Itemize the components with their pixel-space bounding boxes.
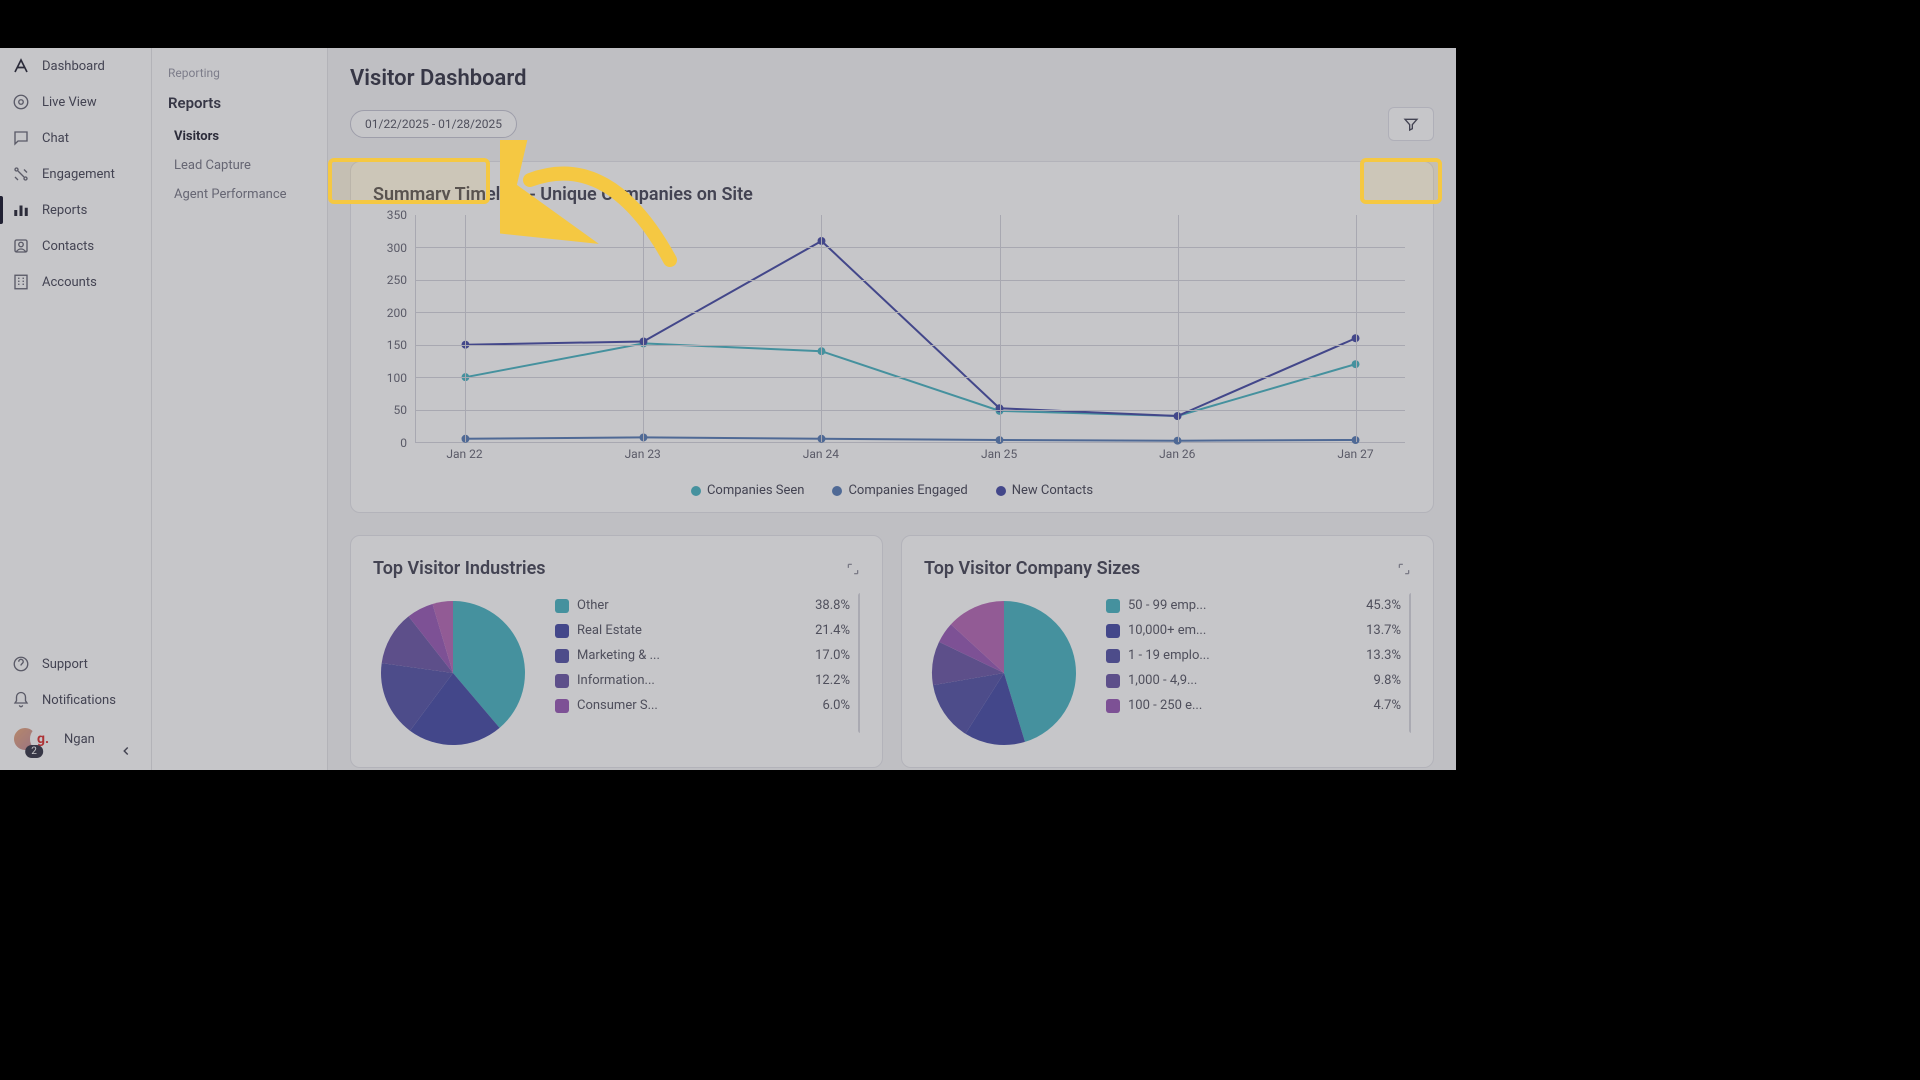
chat-icon xyxy=(12,129,30,147)
bars-icon xyxy=(12,201,30,219)
timeline-chart: 050100150200250300350 Jan 22Jan 23Jan 24… xyxy=(373,215,1411,475)
building-icon xyxy=(12,273,30,291)
sec-item-agentperf[interactable]: Agent Performance xyxy=(152,180,327,209)
engagement-icon xyxy=(12,165,30,183)
chart-legend: Companies Seen Companies Engaged New Con… xyxy=(373,483,1411,498)
nav-label: Dashboard xyxy=(42,59,105,74)
help-icon xyxy=(12,655,30,673)
secondary-heading: Reporting xyxy=(152,64,327,94)
nav-liveview[interactable]: Live View xyxy=(0,84,151,120)
legend-row[interactable]: 50 - 99 emp...45.3% xyxy=(1106,593,1411,618)
legend-row[interactable]: Marketing & ...17.0% xyxy=(555,643,860,668)
sec-item-visitors[interactable]: Visitors xyxy=(152,122,327,151)
legend-row[interactable]: Consumer S...6.0% xyxy=(555,693,860,718)
nav-reports[interactable]: Reports xyxy=(0,192,151,228)
nav-chat[interactable]: Chat xyxy=(0,120,151,156)
company-sizes-card: Top Visitor Company Sizes 50 - 99 emp...… xyxy=(901,535,1434,768)
legend-row[interactable]: 1 - 19 emplo...13.3% xyxy=(1106,643,1411,668)
chevron-left-icon[interactable] xyxy=(119,744,133,758)
expand-icon[interactable] xyxy=(846,562,860,576)
nav-label: Engagement xyxy=(42,167,115,182)
nav-label: Chat xyxy=(42,131,69,146)
legend-item[interactable]: New Contacts xyxy=(996,483,1093,498)
industries-card: Top Visitor Industries Other38.8%Real Es… xyxy=(350,535,883,768)
expand-icon[interactable] xyxy=(1397,562,1411,576)
nav-label: Live View xyxy=(42,95,97,110)
legend-item[interactable]: Companies Seen xyxy=(691,483,805,498)
card-title: Top Visitor Company Sizes xyxy=(924,558,1140,579)
bell-icon xyxy=(12,691,30,709)
nav-contacts[interactable]: Contacts xyxy=(0,228,151,264)
date-range-selector[interactable]: 01/22/2025 - 01/28/2025 xyxy=(350,110,517,138)
legend-row[interactable]: Information...12.2% xyxy=(555,668,860,693)
sec-item-leadcapture[interactable]: Lead Capture xyxy=(152,151,327,180)
badge-count: 2 xyxy=(25,745,43,758)
legend-row[interactable]: Other38.8% xyxy=(555,593,860,618)
nav-label: Accounts xyxy=(42,275,97,290)
nav-notifications[interactable]: Notifications xyxy=(0,682,151,718)
sidebar-secondary: Reporting Reports Visitors Lead Capture … xyxy=(152,48,328,770)
main-content: Visitor Dashboard 01/22/2025 - 01/28/202… xyxy=(328,48,1456,770)
eye-icon xyxy=(12,93,30,111)
nav-label: Support xyxy=(42,657,88,672)
filter-icon xyxy=(1403,116,1419,132)
legend-row[interactable]: 1,000 - 4,9...9.8% xyxy=(1106,668,1411,693)
logo-icon xyxy=(12,57,30,75)
nav-accounts[interactable]: Accounts xyxy=(0,264,151,300)
nav-engagement[interactable]: Engagement xyxy=(0,156,151,192)
industries-pie-chart xyxy=(373,593,533,753)
contact-icon xyxy=(12,237,30,255)
secondary-title: Reports xyxy=(152,94,327,122)
filter-button[interactable] xyxy=(1388,107,1434,141)
company-sizes-pie-chart xyxy=(924,593,1084,753)
page-title: Visitor Dashboard xyxy=(350,66,1434,91)
nav-label: Notifications xyxy=(42,693,116,708)
sidebar-primary: Dashboard Live View Chat Engagement Repo… xyxy=(0,48,152,770)
user-name: Ngan xyxy=(64,732,95,747)
legend-row[interactable]: 10,000+ em...13.7% xyxy=(1106,618,1411,643)
nav-support[interactable]: Support xyxy=(0,646,151,682)
legend-row[interactable]: 100 - 250 e...4.7% xyxy=(1106,693,1411,718)
company-sizes-legend: 50 - 99 emp...45.3%10,000+ em...13.7%1 -… xyxy=(1106,593,1411,733)
nav-label: Reports xyxy=(42,203,87,218)
nav-dashboard[interactable]: Dashboard xyxy=(0,48,151,84)
summary-timeline-card: Summary Timeline - Unique Companies on S… xyxy=(350,161,1434,513)
card-title: Top Visitor Industries xyxy=(373,558,546,579)
legend-row[interactable]: Real Estate21.4% xyxy=(555,618,860,643)
industries-legend: Other38.8%Real Estate21.4%Marketing & ..… xyxy=(555,593,860,733)
nav-label: Contacts xyxy=(42,239,94,254)
card-title: Summary Timeline - Unique Companies on S… xyxy=(373,184,1411,205)
legend-item[interactable]: Companies Engaged xyxy=(832,483,967,498)
